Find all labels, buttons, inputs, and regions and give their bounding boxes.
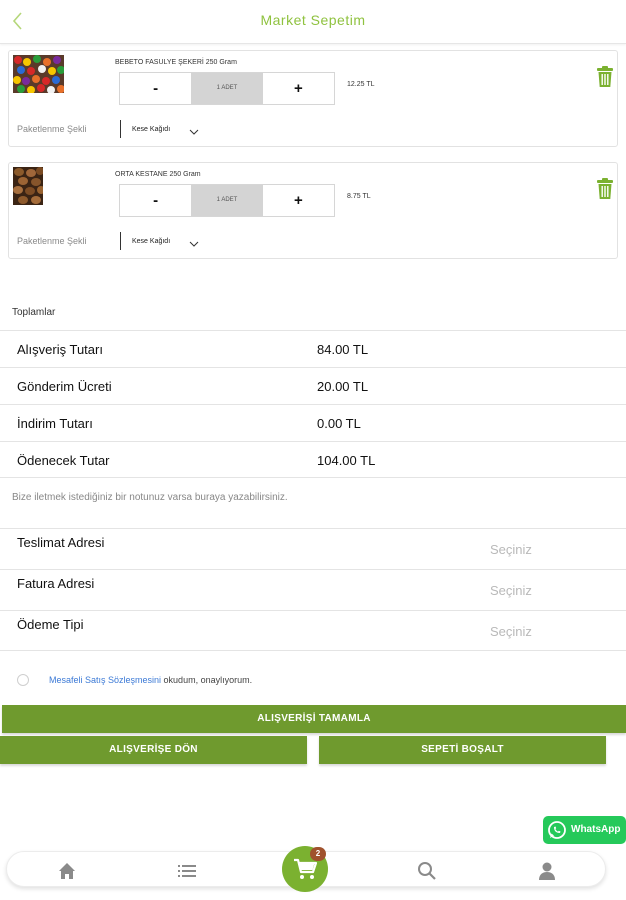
select-value[interactable]: Seçiniz	[490, 542, 532, 557]
chevron-down-icon[interactable]	[189, 123, 199, 135]
agreement-link[interactable]: Mesafeli Satış Sözleşmesini	[49, 675, 161, 685]
totals-value: 20.00 TL	[317, 379, 369, 394]
select-label: Fatura Adresi	[17, 576, 95, 591]
whatsapp-button[interactable]: WhatsApp	[543, 816, 626, 844]
quantity-value: 1 ADET	[191, 185, 263, 216]
divider	[120, 120, 121, 138]
list-icon[interactable]	[177, 861, 197, 881]
home-icon[interactable]	[57, 861, 77, 881]
totals-row: Alışveriş Tutarı 84.00 TL	[0, 330, 626, 367]
packaging-label: Paketlenme Şekli	[17, 124, 87, 134]
totals-label: Ödenecek Tutar	[17, 453, 110, 468]
totals-value: 104.00 TL	[317, 453, 376, 468]
agreement-radio[interactable]	[17, 674, 29, 686]
cart-count-badge: 2	[310, 847, 326, 861]
select-value[interactable]: Seçiniz	[490, 583, 532, 598]
increase-button[interactable]: +	[263, 185, 334, 216]
complete-order-button[interactable]: ALIŞVERİŞİ TAMAMLA	[2, 705, 626, 733]
whatsapp-icon	[547, 820, 567, 840]
product-price: 12.25 TL	[347, 81, 375, 88]
totals-label: Gönderim Ücreti	[17, 379, 112, 394]
totals-value: 0.00 TL	[317, 416, 361, 431]
totals-value: 84.00 TL	[317, 342, 369, 357]
totals-row: Gönderim Ücreti 20.00 TL	[0, 367, 626, 404]
decrease-button[interactable]: -	[120, 185, 191, 216]
totals-label: İndirim Tutarı	[17, 416, 93, 431]
quantity-stepper: - 1 ADET +	[119, 72, 335, 105]
product-image	[13, 167, 45, 205]
payment-type-select[interactable]: Ödeme Tipi Seçiniz	[0, 610, 626, 651]
packaging-select[interactable]: Kese Kağıdı	[132, 238, 170, 245]
product-price: 8.75 TL	[347, 193, 371, 200]
quantity-value: 1 ADET	[191, 73, 263, 104]
chevron-down-icon[interactable]	[189, 235, 199, 247]
decrease-button[interactable]: -	[120, 73, 191, 104]
agreement-suffix: okudum, onaylıyorum.	[161, 675, 253, 685]
page-title: Market Sepetim	[260, 12, 366, 28]
cart-item: BEBETO FASULYE ŞEKERİ 250 Gram - 1 ADET …	[8, 50, 618, 147]
trash-icon[interactable]	[595, 178, 615, 200]
product-image	[13, 55, 65, 94]
product-name: ORTA KESTANE 250 Gram	[115, 171, 201, 178]
trash-icon[interactable]	[595, 66, 615, 88]
delivery-address-select[interactable]: Teslimat Adresi Seçiniz	[0, 528, 626, 569]
cart-icon	[294, 858, 317, 879]
select-label: Ödeme Tipi	[17, 617, 84, 632]
agreement-text: Mesafeli Satış Sözleşmesini okudum, onay…	[49, 675, 252, 685]
whatsapp-label: WhatsApp	[571, 824, 621, 835]
user-icon[interactable]	[537, 861, 557, 881]
packaging-select[interactable]: Kese Kağıdı	[132, 126, 170, 133]
empty-cart-button[interactable]: SEPETİ BOŞALT	[319, 736, 606, 764]
increase-button[interactable]: +	[263, 73, 334, 104]
product-name: BEBETO FASULYE ŞEKERİ 250 Gram	[115, 59, 237, 66]
top-bar: Market Sepetim	[0, 0, 626, 44]
quantity-stepper: - 1 ADET +	[119, 184, 335, 217]
continue-shopping-button[interactable]: ALIŞVERİŞE DÖN	[0, 736, 307, 764]
totals-row: İndirim Tutarı 0.00 TL	[0, 404, 626, 441]
search-icon[interactable]	[417, 861, 437, 881]
select-value[interactable]: Seçiniz	[490, 624, 532, 639]
packaging-label: Paketlenme Şekli	[17, 236, 87, 246]
cart-item: ORTA KESTANE 250 Gram - 1 ADET + 8.75 TL…	[8, 162, 618, 259]
note-input[interactable]: Bize iletmek istediğiniz bir notunuz var…	[12, 492, 288, 503]
totals-heading: Toplamlar	[12, 307, 56, 318]
divider	[120, 232, 121, 250]
select-label: Teslimat Adresi	[17, 535, 105, 550]
billing-address-select[interactable]: Fatura Adresi Seçiniz	[0, 569, 626, 610]
totals-row: Ödenecek Tutar 104.00 TL	[0, 441, 626, 478]
totals-label: Alışveriş Tutarı	[17, 342, 103, 357]
